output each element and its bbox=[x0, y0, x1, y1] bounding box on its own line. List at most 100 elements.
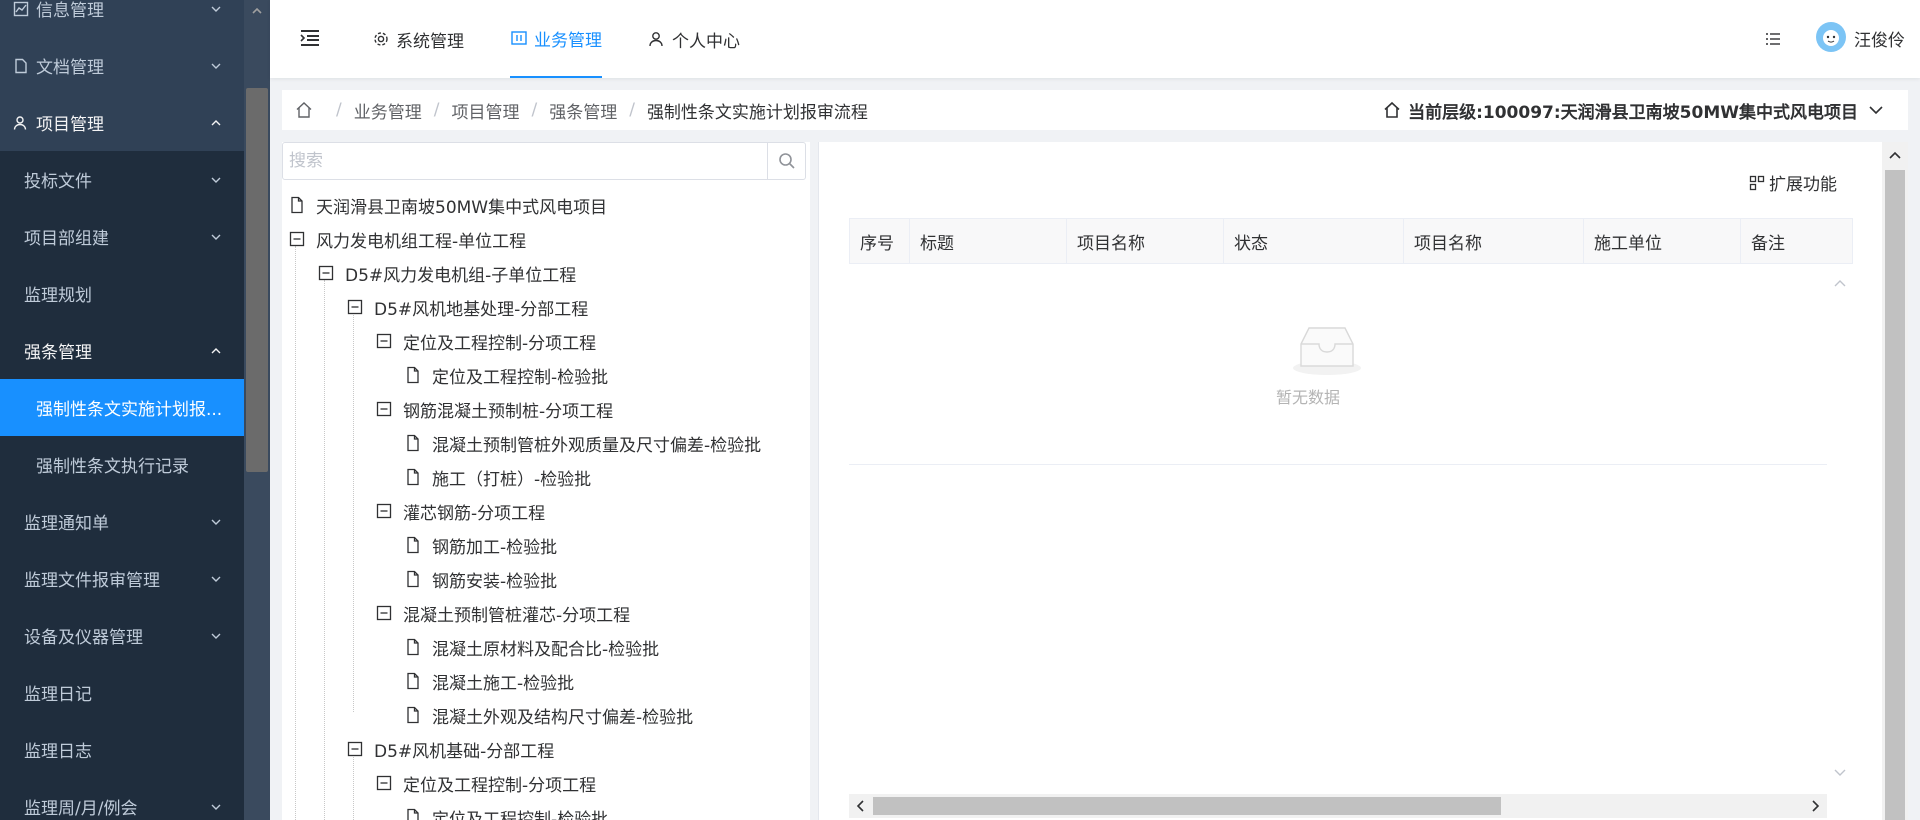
tab-business[interactable]: 业务管理 bbox=[510, 0, 602, 78]
sidebar-item-log[interactable]: 监理日志 bbox=[0, 721, 244, 778]
scroll-up-icon[interactable] bbox=[248, 2, 266, 20]
tab-label: 个人中心 bbox=[672, 31, 740, 52]
sidebar-item-equipment[interactable]: 设备及仪器管理 bbox=[0, 607, 244, 664]
collapse-icon[interactable] bbox=[346, 740, 364, 758]
tree-node[interactable]: D5#风力发电机组-子单位工程 bbox=[317, 256, 576, 290]
collapse-icon[interactable] bbox=[346, 298, 364, 316]
menu-toggle-icon[interactable] bbox=[298, 26, 322, 50]
file-icon bbox=[407, 638, 419, 656]
tree-node[interactable]: 定位及工程控制-检验批 bbox=[404, 800, 608, 820]
tree-node[interactable]: 灌芯钢筋-分项工程 bbox=[375, 494, 545, 528]
breadcrumb-item[interactable]: 强条管理 bbox=[549, 98, 617, 123]
scroll-left-icon[interactable] bbox=[851, 794, 871, 818]
column-header[interactable]: 项目名称 bbox=[1404, 219, 1584, 263]
sidebar-item-mandatory-record[interactable]: 强制性条文执行记录 bbox=[0, 436, 244, 493]
chevron-down-icon bbox=[211, 63, 221, 69]
breadcrumb-separator: / bbox=[531, 100, 538, 120]
sidebar-item-diary[interactable]: 监理日记 bbox=[0, 664, 244, 721]
collapse-icon[interactable] bbox=[375, 502, 393, 520]
search-button[interactable] bbox=[767, 143, 805, 179]
list-icon[interactable] bbox=[1764, 30, 1782, 48]
sidebar-item-notice[interactable]: 监理通知单 bbox=[0, 493, 244, 550]
sidebar-scrollbar[interactable] bbox=[244, 0, 270, 820]
extension-label: 扩展功能 bbox=[1769, 175, 1837, 195]
tree-node[interactable]: D5#风机地基处理-分部工程 bbox=[346, 290, 588, 324]
sidebar-item-review[interactable]: 监理文件报审管理 bbox=[0, 550, 244, 607]
gear-icon bbox=[374, 32, 388, 46]
tree-node[interactable]: 钢筋安装-检验批 bbox=[404, 562, 557, 596]
column-header[interactable]: 备注 bbox=[1741, 219, 1852, 263]
collapse-icon[interactable] bbox=[288, 230, 306, 248]
main-vertical-scrollbar[interactable] bbox=[1882, 142, 1908, 820]
avatar[interactable] bbox=[1816, 22, 1846, 52]
collapse-icon[interactable] bbox=[375, 400, 393, 418]
tab-system[interactable]: 系统管理 bbox=[372, 0, 464, 78]
tree-node[interactable]: 施工（打桩）-检验批 bbox=[404, 460, 591, 494]
tree-node[interactable]: 天润滑县卫南坡50MW集中式风电项目 bbox=[288, 188, 607, 222]
search-input[interactable] bbox=[283, 143, 769, 179]
column-header[interactable]: 项目名称 bbox=[1067, 219, 1224, 263]
tab-label: 系统管理 bbox=[396, 31, 464, 52]
sidebar-item-info[interactable]: 信息管理 bbox=[0, 0, 244, 37]
sidebar-item-label: 监理周/月/例会 bbox=[24, 799, 138, 819]
horizontal-scroll-thumb[interactable] bbox=[873, 797, 1501, 815]
tree-node[interactable]: 风力发电机组工程-单位工程 bbox=[288, 222, 526, 256]
tree-node[interactable]: 混凝土预制管桩灌芯-分项工程 bbox=[375, 596, 630, 630]
sidebar-scroll-thumb[interactable] bbox=[246, 88, 268, 472]
tree-node[interactable]: 钢筋混凝土预制桩-分项工程 bbox=[375, 392, 613, 426]
tree-node-label: 钢筋混凝土预制桩-分项工程 bbox=[403, 401, 614, 422]
tree-node[interactable]: 混凝土原材料及配合比-检验批 bbox=[404, 630, 659, 664]
table-vertical-scrollbar[interactable] bbox=[1827, 264, 1853, 788]
scroll-up-icon[interactable] bbox=[1827, 274, 1853, 294]
sidebar-item-label: 监理通知单 bbox=[24, 514, 109, 534]
chevron-down-icon bbox=[211, 576, 221, 582]
collapse-icon[interactable] bbox=[375, 332, 393, 350]
collapse-icon[interactable] bbox=[317, 264, 335, 282]
sidebar-item-mandatory[interactable]: 强条管理 bbox=[0, 322, 244, 379]
column-header[interactable]: 标题 bbox=[910, 219, 1067, 263]
breadcrumb-item[interactable]: 项目管理 bbox=[451, 98, 519, 123]
tree-node-label: 钢筋加工-检验批 bbox=[432, 537, 558, 558]
tree-node[interactable]: 定位及工程控制-分项工程 bbox=[375, 324, 596, 358]
sidebar-item-bid[interactable]: 投标文件 bbox=[0, 151, 244, 208]
tree-node[interactable]: 钢筋加工-检验批 bbox=[404, 528, 557, 562]
breadcrumb-separator: / bbox=[336, 100, 342, 120]
sidebar-item-plan[interactable]: 监理规划 bbox=[0, 265, 244, 322]
main-scroll-thumb[interactable] bbox=[1885, 170, 1905, 820]
scroll-down-icon[interactable] bbox=[1827, 762, 1853, 782]
column-header[interactable]: 施工单位 bbox=[1584, 219, 1741, 263]
tree-node-label: 混凝土施工-检验批 bbox=[432, 673, 575, 694]
scroll-up-icon[interactable] bbox=[1882, 144, 1908, 168]
sidebar-item-label: 强条管理 bbox=[24, 343, 92, 363]
scroll-right-icon[interactable] bbox=[1805, 794, 1825, 818]
column-header[interactable]: 序号 bbox=[850, 219, 910, 263]
tree-node[interactable]: 混凝土预制管桩外观质量及尺寸偏差-检验批 bbox=[404, 426, 761, 460]
column-header[interactable]: 状态 bbox=[1224, 219, 1404, 263]
tree-node[interactable]: 定位及工程控制-分项工程 bbox=[375, 766, 596, 800]
sidebar-item-project[interactable]: 项目管理 bbox=[0, 94, 244, 151]
sidebar-item-dept[interactable]: 项目部组建 bbox=[0, 208, 244, 265]
tree-node[interactable]: 定位及工程控制-检验批 bbox=[404, 358, 608, 392]
submenu-project: 投标文件 项目部组建 监理规划 强条管理 强制性条文实施计划报... 强制性条文… bbox=[0, 151, 244, 820]
file-icon bbox=[407, 536, 419, 554]
home-icon[interactable] bbox=[294, 100, 314, 120]
extension-button[interactable]: 扩展功能 bbox=[1749, 170, 1837, 195]
breadcrumb-item[interactable]: 业务管理 bbox=[354, 98, 422, 123]
sidebar-item-mandatory-plan[interactable]: 强制性条文实施计划报... bbox=[0, 379, 244, 436]
tree-node[interactable]: 混凝土施工-检验批 bbox=[404, 664, 574, 698]
user-icon bbox=[649, 32, 663, 47]
file-icon bbox=[291, 196, 303, 214]
tab-personal[interactable]: 个人中心 bbox=[648, 0, 740, 78]
tree-node[interactable]: D5#风机基础-分部工程 bbox=[346, 732, 554, 766]
current-level-selector[interactable]: 当前层级:100097:天润滑县卫南坡50MW集中式风电项目 bbox=[1382, 90, 1884, 130]
table-horizontal-scrollbar[interactable] bbox=[849, 794, 1827, 818]
tree-node[interactable]: 混凝土外观及结构尺寸偏差-检验批 bbox=[404, 698, 693, 732]
tree-guide-line bbox=[353, 312, 354, 712]
chevron-up-icon bbox=[211, 347, 221, 353]
sidebar-item-meeting[interactable]: 监理周/月/例会 bbox=[0, 778, 244, 820]
sidebar-item-docs[interactable]: 文档管理 bbox=[0, 37, 244, 94]
username[interactable]: 汪俊伶 bbox=[1854, 26, 1905, 51]
collapse-icon[interactable] bbox=[375, 604, 393, 622]
sidebar-item-label: 项目管理 bbox=[36, 115, 104, 135]
collapse-icon[interactable] bbox=[375, 774, 393, 792]
